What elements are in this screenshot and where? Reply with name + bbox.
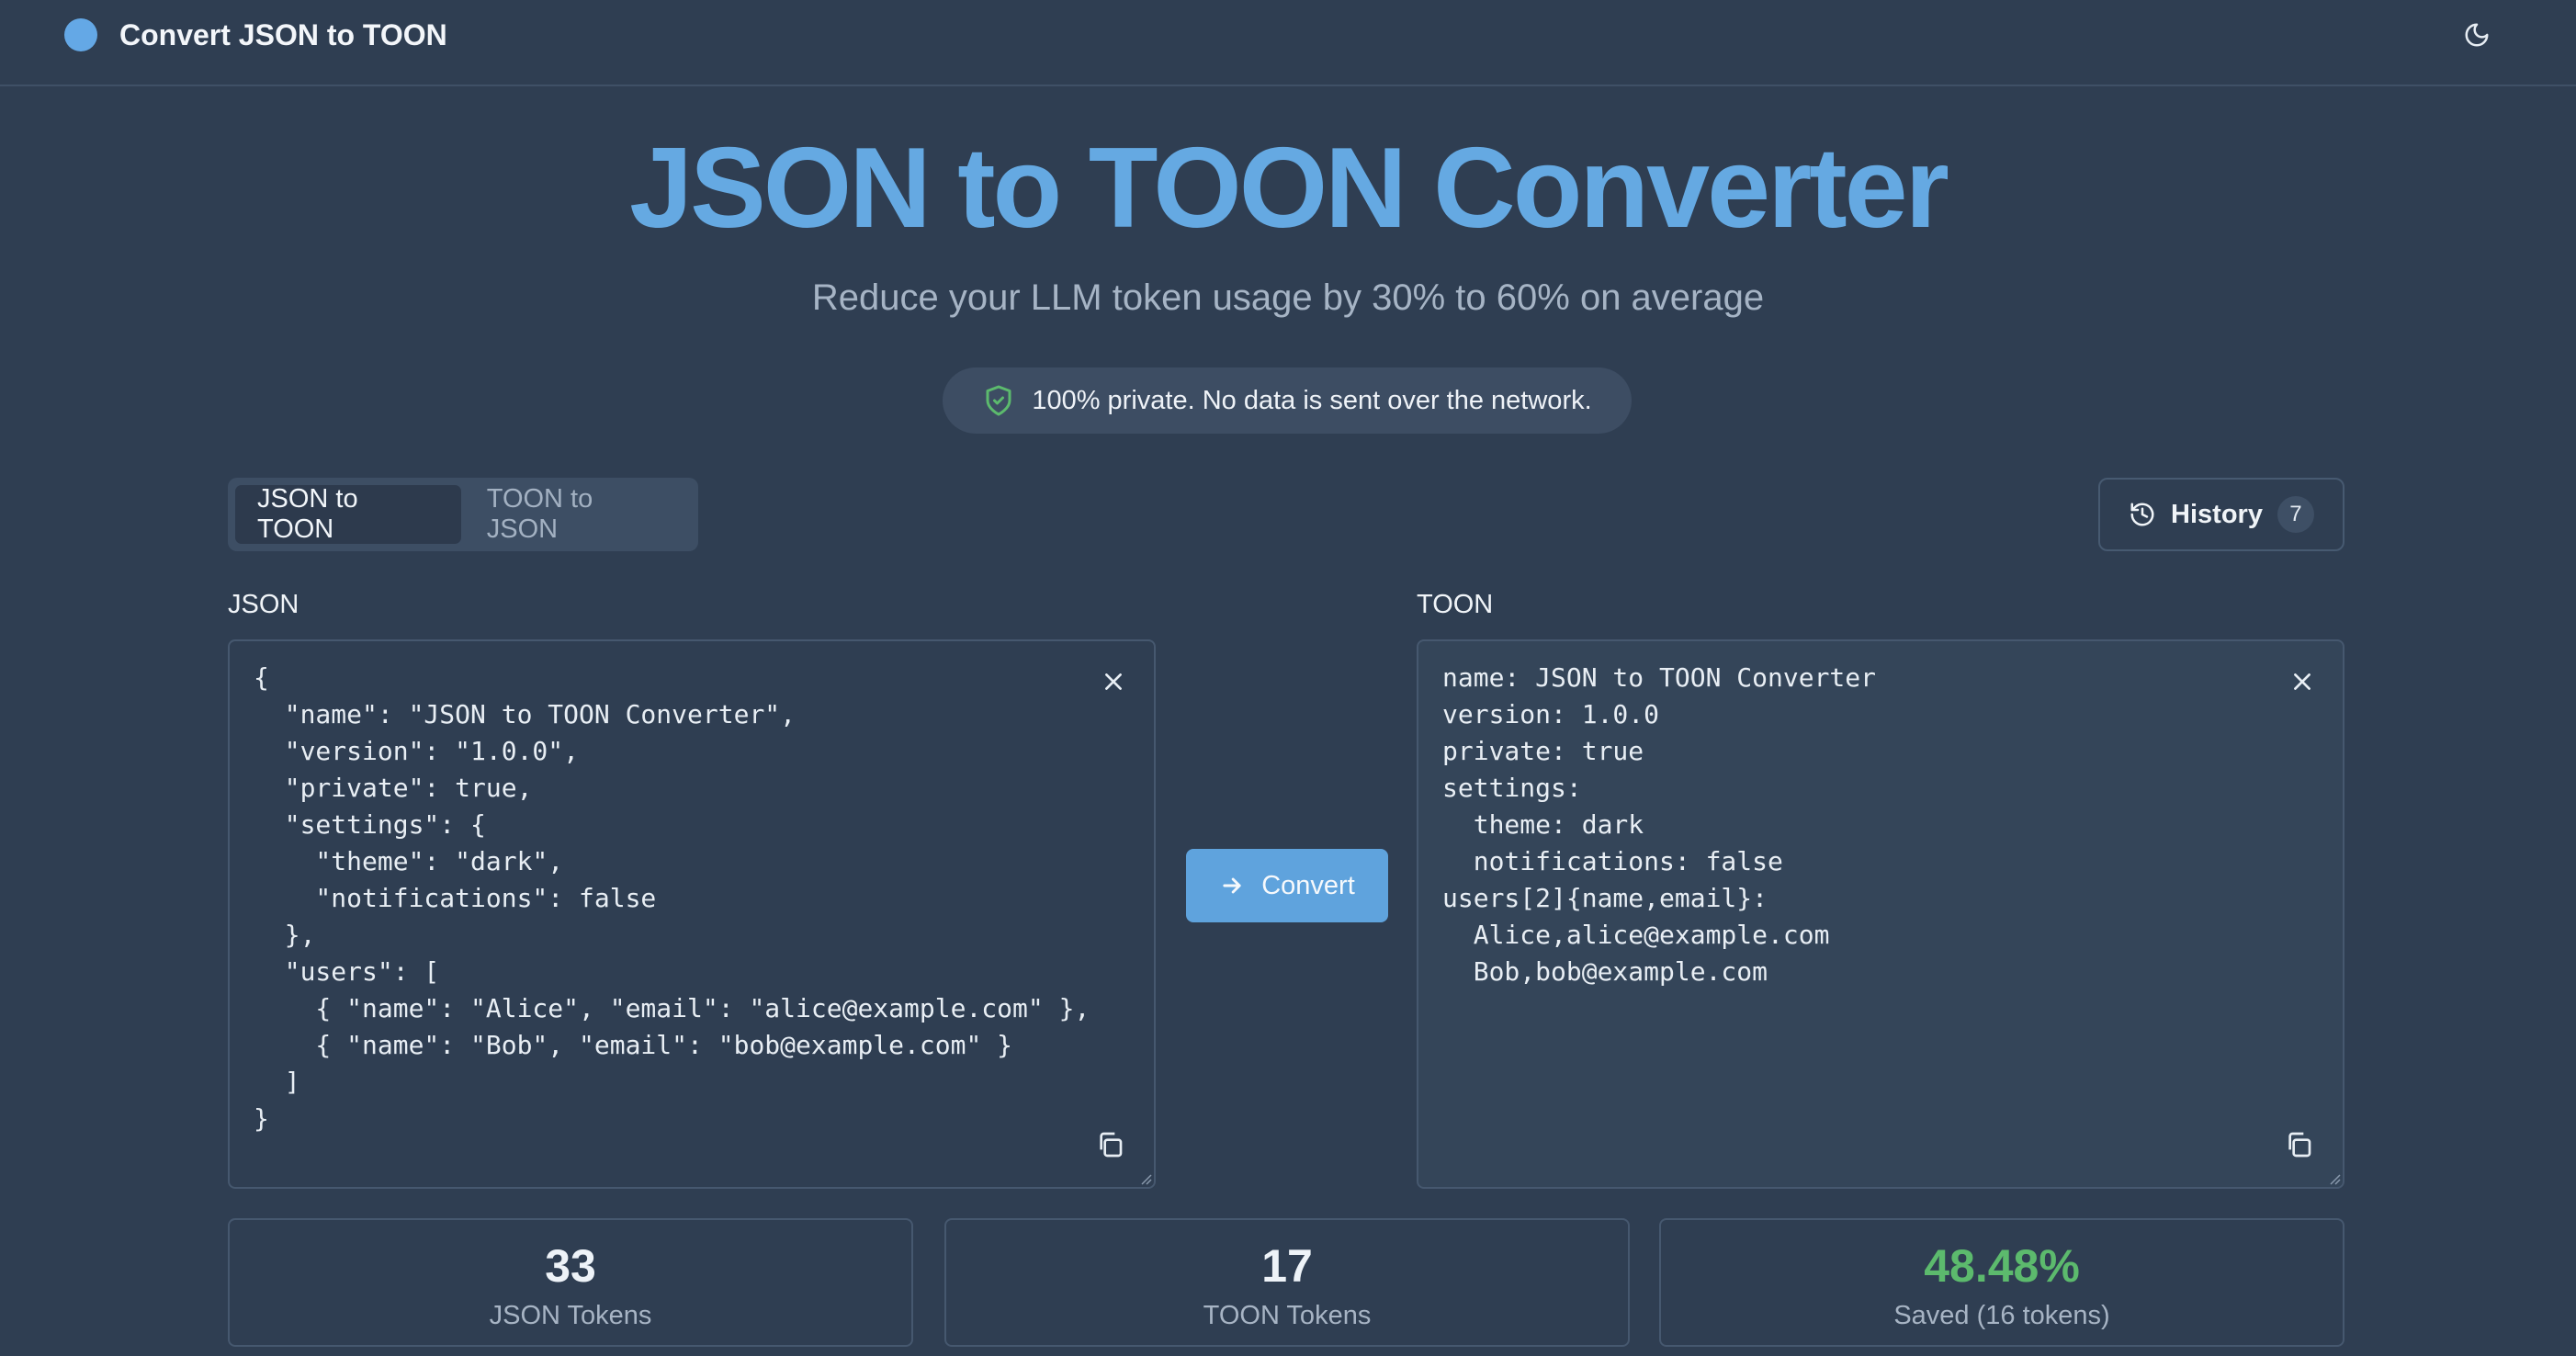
theme-toggle-button[interactable] xyxy=(2457,15,2497,55)
history-count-badge: 7 xyxy=(2277,496,2314,533)
clear-toon-button[interactable] xyxy=(2286,665,2319,698)
savings-value: 48.48% xyxy=(1924,1240,2080,1292)
arrow-right-icon xyxy=(1223,877,1241,894)
convert-button[interactable]: Convert xyxy=(1186,849,1388,922)
moon-icon xyxy=(2465,23,2489,47)
toon-tokens-caption: TOON Tokens xyxy=(1203,1301,1372,1330)
mode-tabs: JSON to TOON TOON to JSON xyxy=(228,478,698,551)
page-title: JSON to TOON Converter xyxy=(629,125,1949,252)
toon-tokens-card: 17 TOON Tokens xyxy=(944,1218,1630,1347)
page-subtitle: Reduce your LLM token usage by 30% to 60… xyxy=(811,277,1765,318)
toon-output-text[interactable]: name: JSON to TOON Converter version: 1.… xyxy=(1442,660,2269,990)
app-title[interactable]: Convert JSON to TOON xyxy=(119,15,447,55)
json-tokens-caption: JSON Tokens xyxy=(489,1301,652,1330)
top-bar: Convert JSON to TOON xyxy=(0,0,2576,86)
json-tokens-value: 33 xyxy=(545,1240,596,1292)
json-input-text[interactable]: { "name": "JSON to TOON Converter", "ver… xyxy=(254,660,1090,1137)
json-panel-label: JSON xyxy=(228,590,299,619)
convert-label: Convert xyxy=(1261,870,1355,900)
json-tokens-card: 33 JSON Tokens xyxy=(228,1218,913,1347)
logo-dot xyxy=(64,18,97,51)
privacy-badge: 100% private. No data is sent over the n… xyxy=(943,367,1632,434)
shield-check-icon xyxy=(986,385,1011,416)
tab-json-to-toon[interactable]: JSON to TOON xyxy=(235,484,461,544)
copy-json-button[interactable] xyxy=(1093,1128,1126,1161)
history-label: History xyxy=(2171,499,2263,529)
copy-toon-button[interactable] xyxy=(2282,1128,2315,1161)
history-button[interactable]: History 7 xyxy=(2098,478,2344,551)
resize-handle[interactable] xyxy=(1139,1172,1152,1185)
savings-card: 48.48% Saved (16 tokens) xyxy=(1659,1218,2344,1347)
history-icon xyxy=(2130,503,2154,526)
resize-handle[interactable] xyxy=(2328,1172,2341,1185)
json-input-editor[interactable]: { "name": "JSON to TOON Converter", "ver… xyxy=(228,639,1156,1189)
savings-caption: Saved (16 tokens) xyxy=(1893,1301,2110,1330)
close-icon xyxy=(2294,673,2310,690)
toon-output-editor[interactable]: name: JSON to TOON Converter version: 1.… xyxy=(1417,639,2344,1189)
clear-json-button[interactable] xyxy=(1097,665,1130,698)
copy-icon xyxy=(2288,1132,2311,1158)
toon-tokens-value: 17 xyxy=(1261,1240,1313,1292)
privacy-text: 100% private. No data is sent over the n… xyxy=(1032,385,1592,415)
close-icon xyxy=(1105,673,1122,690)
tab-toon-to-json[interactable]: TOON to JSON xyxy=(465,484,691,544)
copy-icon xyxy=(1100,1132,1123,1158)
toon-panel-label: TOON xyxy=(1417,590,1494,619)
